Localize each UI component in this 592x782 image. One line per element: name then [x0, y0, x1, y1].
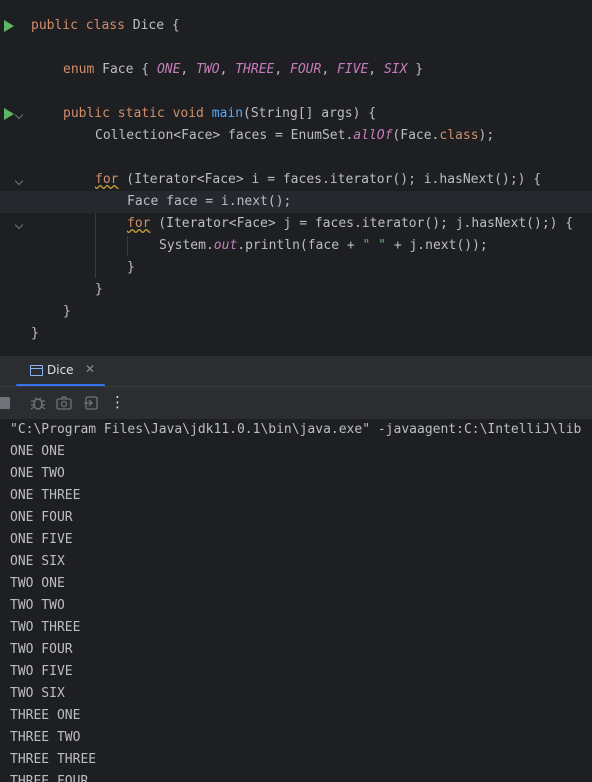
console-line: THREE TWO — [10, 730, 81, 745]
run-tab-label: Dice — [47, 363, 74, 377]
more-icon[interactable]: ⋮ — [110, 393, 125, 411]
console-line: THREE ONE — [10, 708, 81, 723]
console-line: TWO TWO — [10, 598, 65, 613]
code-line-6: Collection<Face> faces = EnumSet.allOf(F… — [95, 128, 495, 143]
run-main-icon[interactable] — [4, 108, 14, 120]
console-line: ONE ONE — [10, 444, 65, 459]
code-line-13: } — [95, 282, 103, 297]
code-line-9-current: Face face = i.next(); — [0, 191, 592, 213]
code-line-5: public static void main(String[] args) { — [0, 103, 592, 125]
run-tool-window-tabs: Dice ✕ — [0, 355, 592, 387]
camera-icon[interactable] — [56, 395, 72, 415]
debug-icon[interactable] — [30, 395, 46, 415]
fold-icon[interactable] — [14, 176, 24, 186]
console-line: ONE THREE — [10, 488, 81, 503]
console-line: THREE THREE — [10, 752, 97, 767]
code-line-11: System.out.println(face + " " + j.next()… — [159, 238, 488, 253]
code-line-10: for (Iterator<Face> j = faces.iterator()… — [0, 213, 592, 235]
console-line: THREE FOUR — [10, 774, 89, 782]
code-line-8: for (Iterator<Face> i = faces.iterator()… — [0, 169, 592, 191]
fold-icon[interactable] — [14, 110, 24, 120]
console-icon — [30, 365, 43, 376]
fold-icon[interactable] — [14, 220, 24, 230]
run-tab-dice[interactable]: Dice ✕ — [16, 356, 105, 387]
console-line: ONE TWO — [10, 466, 65, 481]
console-line: TWO THREE — [10, 620, 81, 635]
console-line: ONE SIX — [10, 554, 65, 569]
exit-icon[interactable] — [83, 395, 99, 415]
code-editor[interactable]: public class Dice { enum Face { ONE, TWO… — [0, 0, 592, 355]
code-line-1: public class Dice { — [0, 15, 592, 37]
stop-icon[interactable] — [0, 397, 10, 409]
console-line: ONE FIVE — [10, 532, 73, 547]
console-line: TWO FOUR — [10, 642, 73, 657]
console-line: ONE FOUR — [10, 510, 73, 525]
console-output[interactable]: "C:\Program Files\Java\jdk11.0.1\bin\jav… — [0, 419, 592, 782]
run-toolbar: ⋮ — [0, 386, 592, 420]
run-class-icon[interactable] — [4, 20, 14, 32]
console-line: TWO ONE — [10, 576, 65, 591]
code-line-15: } — [31, 326, 39, 341]
console-line: TWO FIVE — [10, 664, 73, 679]
close-icon[interactable]: ✕ — [85, 362, 95, 376]
console-line: TWO SIX — [10, 686, 65, 701]
code-line-3: enum Face { ONE, TWO, THREE, FOUR, FIVE,… — [63, 62, 424, 77]
code-line-14: } — [63, 304, 71, 319]
console-command-line: "C:\Program Files\Java\jdk11.0.1\bin\jav… — [10, 422, 582, 437]
code-line-12: } — [127, 260, 135, 275]
